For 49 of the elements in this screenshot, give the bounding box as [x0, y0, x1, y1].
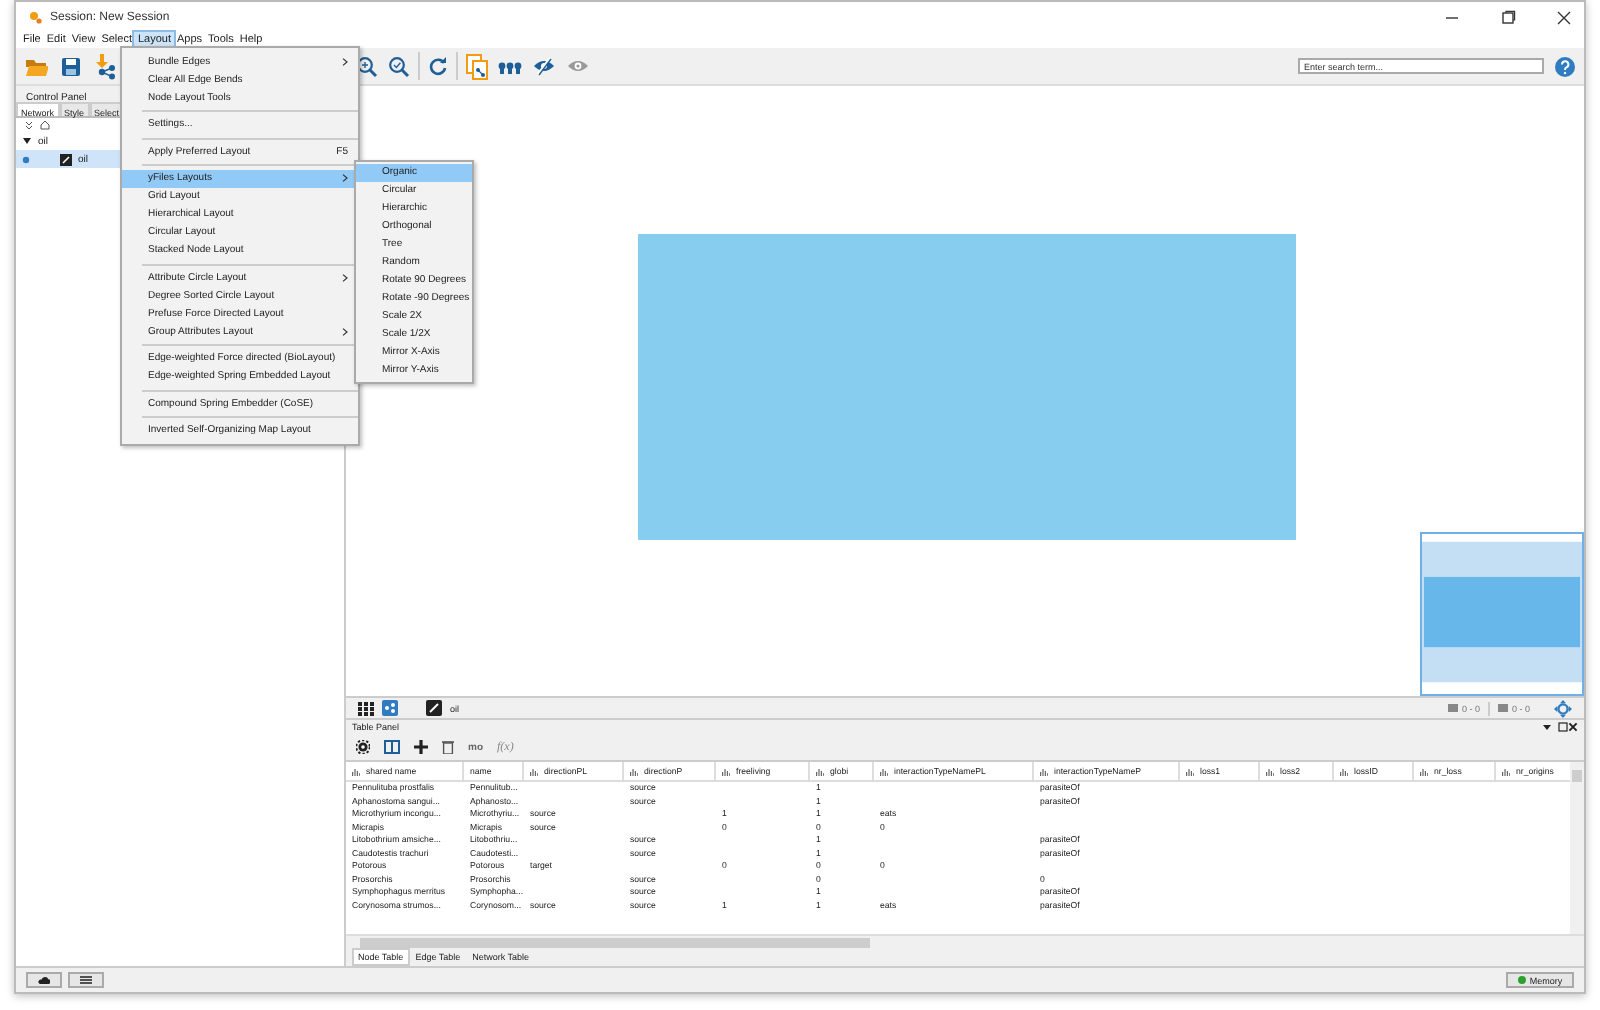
- columns-icon[interactable]: [384, 740, 400, 754]
- expand-triangle-icon[interactable]: [22, 136, 32, 146]
- zoom-fit-icon[interactable]: [388, 55, 410, 77]
- network-view-icon[interactable]: [382, 700, 398, 716]
- import-network-icon[interactable]: [92, 53, 116, 79]
- column-type-icon: [630, 767, 638, 775]
- delete-icon[interactable]: [442, 740, 454, 754]
- column-type-icon: [1340, 767, 1348, 775]
- column-type-icon: [1266, 767, 1274, 775]
- column-type-icon: [352, 767, 360, 775]
- zoom-in-icon[interactable]: [356, 55, 378, 77]
- close-icon[interactable]: [1556, 9, 1572, 25]
- list-icon: [80, 976, 92, 984]
- collapse-all-icon[interactable]: [24, 120, 34, 130]
- column-type-icon: [816, 767, 824, 775]
- help-icon[interactable]: [1554, 55, 1576, 77]
- column-type-icon: [1420, 767, 1428, 775]
- memory-status-icon: [1517, 976, 1526, 984]
- home-icon[interactable]: [40, 120, 50, 130]
- save-icon[interactable]: [60, 55, 82, 77]
- add-icon[interactable]: [414, 740, 428, 754]
- cloud-button[interactable]: [26, 972, 62, 988]
- current-dot-icon: [22, 155, 30, 163]
- node-count-icon: [1447, 704, 1458, 712]
- eye-slash-icon[interactable]: [532, 56, 556, 76]
- eye-icon[interactable]: [566, 56, 590, 76]
- list-button[interactable]: [68, 972, 104, 988]
- close-icon[interactable]: [1568, 722, 1578, 732]
- float-icon[interactable]: [1558, 722, 1568, 732]
- navigation-icon[interactable]: [1554, 699, 1572, 717]
- horizontal-scrollbar[interactable]: [346, 934, 1584, 948]
- edge-count-icon: [1497, 704, 1508, 712]
- open-folder-icon[interactable]: [24, 55, 48, 77]
- maximize-icon[interactable]: [1500, 9, 1516, 25]
- network-icon[interactable]: [426, 700, 442, 716]
- grid-icon[interactable]: [358, 701, 374, 715]
- copy-network-icon[interactable]: [466, 53, 488, 79]
- column-type-icon: [530, 767, 538, 775]
- cloud-icon: [38, 976, 50, 984]
- app-icon: [28, 10, 42, 24]
- network-icon: [60, 153, 72, 165]
- column-type-icon: [1040, 767, 1048, 775]
- column-type-icon: [722, 767, 730, 775]
- column-type-icon: [880, 767, 888, 775]
- column-type-icon: [1502, 767, 1510, 775]
- vertical-scrollbar[interactable]: [1570, 762, 1584, 934]
- settings-icon[interactable]: [356, 740, 370, 754]
- refresh-icon[interactable]: [428, 56, 448, 76]
- column-type-icon: [1186, 767, 1194, 775]
